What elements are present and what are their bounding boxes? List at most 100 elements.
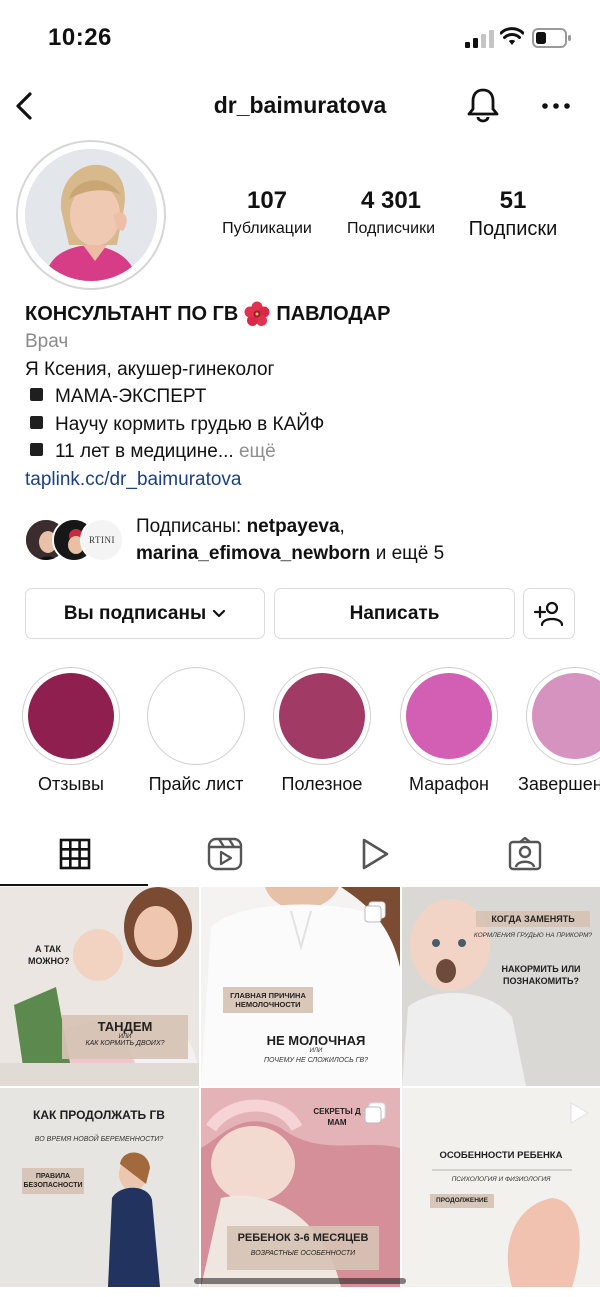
post-title: ТАНДЕМ [97,1019,153,1034]
highlight-completed[interactable]: Завершен [512,664,600,795]
post-subtitle: КОРМЛЕНИЯ ГРУДЬЮ НА ПРИКОРМ? [473,932,593,939]
following-button-label: Вы подписаны [63,602,207,624]
highlight-cover [532,673,600,759]
followed-by-user-2[interactable]: marina_efimova_newborn [136,543,370,564]
post-label-box: РЕБЕНОК 3-6 МЕСЯЦЕВ ВОЗРАСТНЫЕ ОСОБЕННОС… [227,1226,379,1270]
post-tile[interactable]: ГЛАВНАЯ ПРИЧИНА НЕМОЛОЧНОСТИ НЕ МОЛОЧНАЯ… [201,887,400,1086]
black-square-icon [30,388,43,401]
avatar [25,149,157,281]
post-tile[interactable]: СЕКРЕТЫ Д МАМ РЕБЕНОК 3-6 МЕСЯЦЕВ ВОЗРАС… [201,1088,400,1287]
post-label: ПРОДОЛЖЕНИЕ [430,1194,494,1208]
bio-line-2-text: МАМА-ЭКСПЕРТ [55,386,207,407]
posts-label: Публикации [222,220,312,237]
message-button[interactable]: Написать [274,588,515,639]
tab-videos[interactable] [300,822,450,886]
highlight-ring [147,667,245,765]
tab-reels[interactable] [150,822,300,886]
followed-by-avatars: RTINI [24,518,126,564]
highlight-marathon[interactable]: Марафон [386,664,512,795]
multiple-posts-icon [364,901,386,923]
highlight-reviews[interactable]: Отзывы [8,664,134,795]
cellular-signal-icon [465,30,494,48]
post-tile[interactable]: КОГДА ЗАМЕНЯТЬ КОРМЛЕНИЯ ГРУДЬЮ НА ПРИКО… [402,887,600,1086]
notifications-bell-icon[interactable] [466,86,500,124]
profile-username: dr_baimuratova [213,92,387,118]
follower-avatar: RTINI [80,518,124,562]
multiple-posts-icon [364,1102,386,1124]
post-label: ГЛАВНАЯ ПРИЧИНА НЕМОЛОЧНОСТИ [223,987,313,1013]
post-tile[interactable]: А ТАК МОЖНО? ТАНДЕМ ИЛИ КАК КОРМИТЬ ДВОИ… [0,887,199,1086]
profile-category: Врач [25,331,69,352]
highlight-label: Прайс лист [148,774,244,794]
profile-avatar-ring[interactable] [16,140,166,290]
story-highlights: Отзывы Прайс лист Полезное Марафон Завер… [0,664,600,804]
posts-count: 107 [246,187,288,214]
grid-icon [59,838,91,870]
post-title: РЕБЕНОК 3-6 МЕСЯЦЕВ [237,1232,369,1244]
post-tile[interactable]: КАК ПРОДОЛЖАТЬ ГВ ВО ВРЕМЯ НОВОЙ БЕРЕМЕН… [0,1088,199,1287]
highlight-useful[interactable]: Полезное [259,664,385,795]
post-label-box: ТАНДЕМ ИЛИ КАК КОРМИТЬ ДВОИХ? [62,1015,188,1059]
highlight-cover [28,673,114,759]
post-tile[interactable]: ОСОБЕННОСТИ РЕБЕНКА ПСИХОЛОГИЯ И ФИЗИОЛО… [402,1088,600,1287]
followers-label: Подписчики [346,220,435,237]
profile-name: КОНСУЛЬТАНТ ПО ГВ ПАВЛОДАР [25,300,585,328]
profile-tabs [0,822,600,886]
home-indicator[interactable] [194,1278,406,1284]
tab-tagged[interactable] [450,822,600,886]
post-title: ОСОБЕННОСТИ РЕБЕНКА [439,1150,563,1161]
add-person-icon [534,601,564,626]
following-stat[interactable]: 51 Подписки [450,186,576,240]
status-time: 10:26 [48,24,112,51]
post-subtitle: КАК КОРМИТЬ ДВОИХ? [85,1040,165,1047]
followed-by-user-1[interactable]: netpayeva [247,516,340,537]
profile-name-suffix: ПАВЛОДАР [276,303,391,325]
post-label: КОГДА ЗАМЕНЯТЬ [476,911,590,927]
followed-by-suffix: и ещё 5 [375,543,445,564]
post-top-text: СЕКРЕТЫ Д МАМ [313,1107,361,1127]
bio-more-link[interactable]: ещё [239,441,276,462]
highlight-label: Завершен [518,774,600,794]
bio-line-4-text: 11 лет в медицине... [55,441,234,462]
bio-website-link[interactable]: taplink.cc/dr_baimuratova [25,466,585,494]
followed-by-text: Подписаны: netpayeva, marina_efimova_new… [136,516,445,564]
post-top-text: А ТАК МОЖНО? [28,944,70,966]
active-tab-indicator [0,884,148,886]
black-square-icon [30,443,43,456]
play-icon [362,838,389,870]
bio-line-4: 11 лет в медицине... ещё [25,438,585,466]
chevron-down-icon [213,609,226,617]
highlight-cover [279,673,365,759]
highlight-cover [406,673,492,759]
posts-stat[interactable]: 107 Публикации [204,186,330,240]
following-button[interactable]: Вы подписаны [25,588,265,639]
bio-line-2: МАМА-ЭКСПЕРТ [25,383,585,411]
highlight-ring [400,667,498,765]
post-subtitle: ПСИХОЛОГИЯ И ФИЗИОЛОГИЯ [451,1176,551,1183]
followers-stat[interactable]: 4 301 Подписчики [328,186,454,240]
highlight-label: Отзывы [38,774,104,794]
following-label: Подписки [468,218,558,240]
profile-bio: КОНСУЛЬТАНТ ПО ГВ ПАВЛОДАР Врач Я Ксения… [25,300,585,493]
highlight-cover [153,673,239,759]
more-options-icon[interactable] [540,94,572,118]
suggested-people-button[interactable] [523,588,575,639]
followed-by-prefix: Подписаны: [136,516,242,537]
highlight-ring [273,667,371,765]
highlight-label: Полезное [281,774,363,794]
status-bar: 10:26 [0,0,600,76]
black-square-icon [30,415,43,429]
post-title: НАКОРМИТЬ ИЛИ ПОЗНАКОМИТЬ? [501,964,581,986]
tab-grid[interactable] [0,822,150,886]
followed-by[interactable]: RTINI Подписаны: netpayeva, marina_efimo… [24,512,584,572]
following-count: 51 [499,187,527,214]
tagged-icon [508,837,542,871]
followers-count: 4 301 [360,187,422,214]
post-subtitle: ПОЧЕМУ НЕ СЛОЖИЛОСЬ ГВ? [263,1057,368,1064]
highlight-ring [22,667,120,765]
follower-avatar-text: RTINI [89,535,115,545]
post-subtitle: ВОЗРАСТНЫЕ ОСОБЕННОСТИ [250,1250,356,1257]
message-button-label: Написать [349,602,440,624]
highlight-price-list[interactable]: Прайс лист [133,664,259,795]
bio-line-3-text: Научу кормить грудью в КАЙФ [55,413,325,435]
